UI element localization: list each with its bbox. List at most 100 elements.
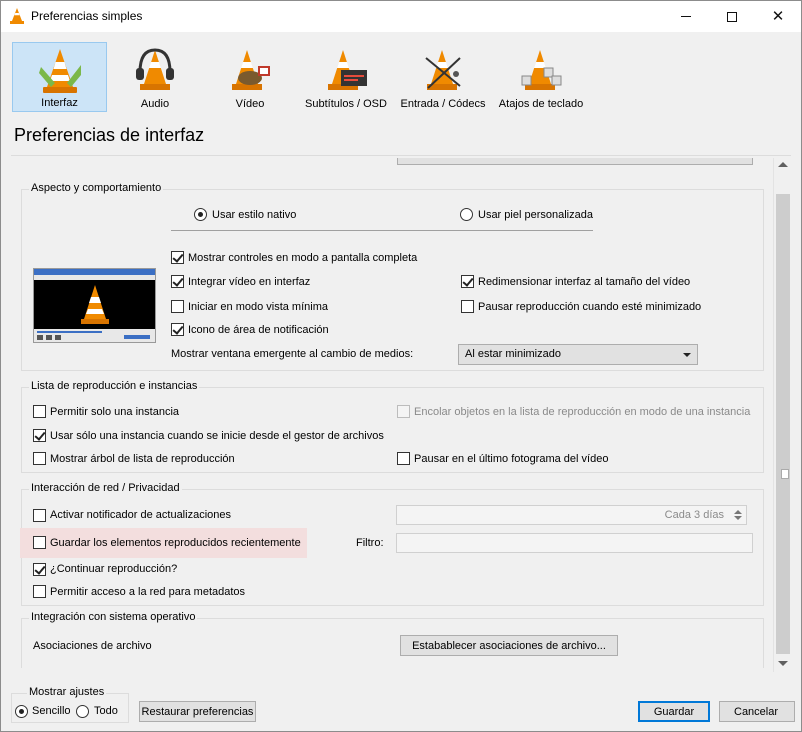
scrollbar-grip <box>781 469 789 479</box>
preview-volume <box>124 335 150 339</box>
preview-menubar <box>34 275 155 280</box>
close-button[interactable]: ✕ <box>755 1 801 32</box>
preview-seekbar <box>37 331 102 333</box>
subtitles-icon <box>328 50 367 90</box>
radio-label: Sencillo <box>32 705 71 717</box>
filter-input[interactable] <box>396 533 753 553</box>
checkbox-tray-icon[interactable] <box>171 323 184 336</box>
keyboard-icon <box>521 50 562 90</box>
radio-native-style[interactable] <box>194 208 207 221</box>
close-icon: ✕ <box>771 8 785 25</box>
chevron-up-icon[interactable] <box>778 162 788 167</box>
category-label: Entrada / Códecs <box>400 98 486 110</box>
popup-select-value: Al estar minimizado <box>465 348 561 360</box>
checkbox-resize-interface[interactable] <box>461 275 474 288</box>
reset-preferences-button[interactable]: Restaurar preferencias <box>139 701 256 722</box>
preview-button <box>46 335 52 340</box>
radio-label: Todo <box>94 705 118 717</box>
checkbox-metadata-access[interactable] <box>33 585 46 598</box>
save-button[interactable]: Guardar <box>638 701 710 722</box>
checkbox-label: Icono de área de notificación <box>188 324 329 336</box>
preview-button <box>55 335 61 340</box>
category-video[interactable]: Vídeo <box>205 42 295 112</box>
minimize-button[interactable] <box>663 1 709 32</box>
checkbox-label: Activar notificador de actualizaciones <box>50 509 231 521</box>
title-bar: Preferencias simples ✕ <box>1 1 801 32</box>
codecs-icon <box>425 50 461 90</box>
spin-arrows-icon <box>734 510 742 520</box>
category-subtitles[interactable]: Subtítulos / OSD <box>299 42 393 112</box>
popup-label: Mostrar ventana emergente al cambio de m… <box>171 348 414 360</box>
checkbox-label: Permitir acceso a la red para metadatos <box>50 586 246 598</box>
checkbox-one-instance-filemanager[interactable] <box>33 429 46 442</box>
checkbox-one-instance[interactable] <box>33 405 46 418</box>
cancel-button[interactable]: Cancelar <box>719 701 795 722</box>
checkbox-pause-minimized[interactable] <box>461 300 474 313</box>
update-interval-spinbox[interactable]: Cada 3 días <box>396 505 747 525</box>
category-label: Vídeo <box>235 98 265 110</box>
scrollbar-thumb[interactable] <box>776 194 790 654</box>
headphones-icon <box>136 48 174 90</box>
checkbox-label: Pausar reproducción cuando esté minimiza… <box>478 301 702 313</box>
category-audio[interactable]: Audio <box>113 42 197 112</box>
group-title: Aspecto y comportamiento <box>29 182 164 194</box>
checkbox-enqueue[interactable] <box>397 405 410 418</box>
checkbox-label: Redimensionar interfaz al tamaño del víd… <box>478 276 691 288</box>
checkbox-label: Mostrar árbol de lista de reproducción <box>50 453 235 465</box>
radio-custom-skin[interactable] <box>460 208 473 221</box>
vlc-cone-icon <box>10 8 24 24</box>
update-interval-value: Cada 3 días <box>664 509 724 521</box>
checkbox-label: Permitir solo una instancia <box>50 406 180 418</box>
preview-button <box>37 335 43 340</box>
group-title: Lista de reproducción e instancias <box>29 380 200 392</box>
radio-simple[interactable] <box>15 705 28 718</box>
skin-preview-image <box>33 268 156 343</box>
filter-label: Filtro: <box>356 537 384 549</box>
window-title: Preferencias simples <box>31 9 143 23</box>
cut-off-control <box>397 158 753 165</box>
preview-controls <box>34 329 155 342</box>
maximize-icon <box>727 11 737 22</box>
checkbox-label: Integrar vídeo en interfaz <box>188 276 311 288</box>
category-label: Interfaz <box>41 97 78 109</box>
popup-select[interactable]: Al estar minimizado <box>458 344 698 365</box>
category-label: Subtítulos / OSD <box>305 98 387 110</box>
checkbox-update-notifier[interactable] <box>33 509 46 522</box>
group-title: Mostrar ajustes <box>27 686 107 698</box>
checkbox-label: Encolar objetos en la lista de reproducc… <box>414 406 751 418</box>
vlc-cone-icon <box>81 285 109 324</box>
checkbox-label: Mostrar controles en modo a pantalla com… <box>188 252 418 264</box>
film-reel-icon <box>232 50 270 90</box>
associations-label: Asociaciones de archivo <box>33 640 152 652</box>
vertical-scrollbar[interactable] <box>773 158 791 672</box>
radio-all[interactable] <box>76 705 89 718</box>
preferences-window: Preferencias simples ✕ Interfaz Audio Ví… <box>0 0 802 732</box>
checkbox-label: Guardar los elementos reproducidos recie… <box>50 537 301 549</box>
checkbox-label: Usar sólo una instancia cuando se inicie… <box>50 430 384 442</box>
page-title: Preferencias de interfaz <box>14 125 205 145</box>
checkbox-show-tree[interactable] <box>33 452 46 465</box>
checkbox-save-recent[interactable] <box>33 536 46 549</box>
checkbox-minimal-view[interactable] <box>171 300 184 313</box>
set-associations-button[interactable]: Estabablecer asociaciones de archivo... <box>400 635 618 656</box>
category-input-codecs[interactable]: Entrada / Códecs <box>397 42 489 112</box>
category-hotkeys[interactable]: Atajos de teclado <box>495 42 587 112</box>
chevron-down-icon <box>683 353 691 357</box>
maximize-button[interactable] <box>709 1 755 32</box>
radio-label: Usar estilo nativo <box>212 209 297 221</box>
checkbox-fullscreen-controls[interactable] <box>171 251 184 264</box>
group-title: Integración con sistema operativo <box>29 611 198 623</box>
divider <box>171 230 593 231</box>
chevron-down-icon[interactable] <box>778 661 788 666</box>
radio-label: Usar piel personalizada <box>478 209 593 221</box>
minimize-icon <box>681 16 691 17</box>
checkbox-continue-playback[interactable] <box>33 563 46 576</box>
checkbox-label: ¿Continuar reproducción? <box>50 563 178 575</box>
checkbox-embed-video[interactable] <box>171 275 184 288</box>
category-interfaz[interactable]: Interfaz <box>12 42 107 112</box>
divider <box>11 155 791 156</box>
checkbox-label: Pausar en el último fotograma del vídeo <box>414 453 609 465</box>
group-title: Interacción de red / Privacidad <box>29 482 182 494</box>
vlc-cone-icon <box>38 49 81 93</box>
checkbox-pause-last-frame[interactable] <box>397 452 410 465</box>
